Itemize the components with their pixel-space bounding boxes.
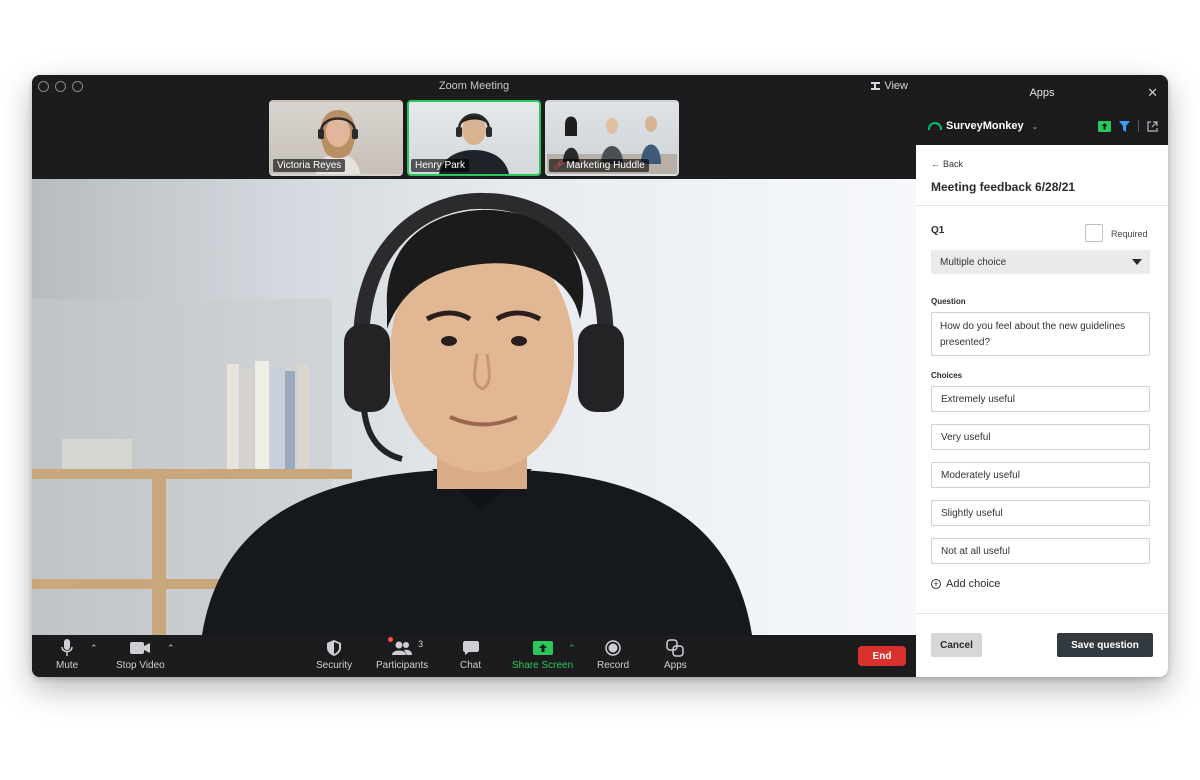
- app-selector[interactable]: SurveyMonkey ⌄: [928, 120, 1038, 132]
- choice-input[interactable]: Very useful: [931, 424, 1150, 450]
- apps-panel-header: Apps ✕ SurveyMonkey ⌄: [916, 75, 1168, 145]
- app-name: SurveyMonkey: [946, 120, 1024, 132]
- mic-muted-icon: 🎤︎: [553, 160, 565, 170]
- app-toolbar: [1098, 120, 1158, 132]
- security-button[interactable]: Security: [316, 639, 352, 671]
- share-screen-icon: [532, 641, 553, 655]
- cancel-button[interactable]: Cancel: [931, 633, 982, 657]
- record-button[interactable]: Record: [597, 639, 629, 671]
- audio-options-chevron-icon[interactable]: ⌃: [90, 643, 98, 654]
- video-options-chevron-icon[interactable]: ⌃: [167, 643, 175, 654]
- dropdown-arrow-icon: [1132, 259, 1142, 265]
- plus-circle-icon: +: [931, 579, 941, 589]
- video-camera-icon: [130, 642, 151, 654]
- share-options-chevron-icon[interactable]: ⌃: [568, 643, 576, 654]
- apps-button[interactable]: Apps: [664, 639, 687, 671]
- question-number: Q1: [931, 225, 945, 236]
- shield-icon: [327, 640, 342, 656]
- participant-name-tag: 🎤︎ Marketing Huddle: [549, 159, 649, 172]
- meeting-control-bar: Mute ⌃ Stop Video ⌃ Security 3 Participa…: [32, 635, 916, 677]
- chat-button[interactable]: Chat: [460, 639, 481, 671]
- close-icon[interactable]: ✕: [1147, 85, 1158, 101]
- participant-thumbnail[interactable]: Victoria Reyes: [269, 100, 403, 176]
- view-label: View: [884, 80, 908, 92]
- apps-panel: Apps ✕ SurveyMonkey ⌄ ← Back Meeting fee…: [916, 75, 1168, 677]
- arrow-left-icon: ←: [931, 159, 940, 169]
- record-icon: [605, 640, 621, 656]
- chat-bubble-icon: [462, 641, 479, 655]
- participant-name-tag: Henry Park: [411, 159, 470, 172]
- mute-button[interactable]: Mute: [56, 639, 78, 671]
- grid-view-icon: [871, 82, 881, 90]
- speaker-video-frame: [32, 192, 752, 635]
- participants-icon: [392, 641, 413, 655]
- choice-input[interactable]: Slightly useful: [931, 500, 1150, 526]
- divider: [916, 205, 1168, 206]
- choice-input[interactable]: Extremely useful: [931, 386, 1150, 412]
- external-link-icon[interactable]: [1147, 120, 1158, 132]
- question-type-select[interactable]: Multiple choice: [931, 250, 1150, 274]
- divider: [916, 613, 1168, 614]
- microphone-icon: [61, 639, 73, 656]
- participant-thumbnail[interactable]: 🎤︎ Marketing Huddle: [545, 100, 679, 176]
- share-screen-button[interactable]: Share Screen: [512, 639, 573, 671]
- zoom-window: Zoom Meeting View Victoria Reyes Henry P…: [32, 75, 1168, 677]
- save-question-button[interactable]: Save question: [1057, 633, 1153, 657]
- survey-editor: ← Back Meeting feedback 6/28/21 Q1 Requi…: [916, 145, 1168, 677]
- chevron-down-icon: ⌄: [1031, 121, 1039, 131]
- view-button[interactable]: View: [871, 80, 908, 92]
- add-choice-button[interactable]: + Add choice: [931, 578, 1000, 590]
- apps-panel-title: Apps: [1029, 87, 1055, 99]
- participant-thumbnail-active[interactable]: Henry Park: [407, 100, 541, 176]
- question-label: Question: [931, 297, 966, 306]
- participants-button[interactable]: 3 Participants: [376, 637, 428, 671]
- meeting-area: Zoom Meeting View Victoria Reyes Henry P…: [32, 75, 916, 677]
- filter-icon[interactable]: [1119, 120, 1130, 132]
- apps-icon: [666, 639, 685, 657]
- end-meeting-button[interactable]: End: [858, 646, 906, 666]
- choice-input[interactable]: Moderately useful: [931, 462, 1150, 488]
- survey-title: Meeting feedback 6/28/21: [931, 180, 1076, 194]
- window-title: Zoom Meeting: [438, 80, 510, 92]
- stop-video-button[interactable]: Stop Video: [116, 639, 165, 671]
- thumbnail-strip: Victoria Reyes Henry Park 🎤︎ Marketing H…: [269, 100, 679, 176]
- title-bar: Zoom Meeting View: [32, 75, 916, 99]
- toolbar-divider: [1138, 120, 1139, 132]
- share-app-icon[interactable]: [1098, 120, 1111, 132]
- question-text-input[interactable]: How do you feel about the new guidelines…: [931, 312, 1150, 356]
- active-speaker-video: [32, 179, 916, 635]
- required-checkbox[interactable]: [1085, 224, 1103, 242]
- choice-input[interactable]: Not at all useful: [931, 538, 1150, 564]
- participants-count: 3: [418, 639, 424, 649]
- surveymonkey-logo-icon: [928, 122, 942, 130]
- back-link[interactable]: ← Back: [931, 159, 963, 169]
- participant-name-tag: Victoria Reyes: [273, 159, 346, 172]
- choices-label: Choices: [931, 371, 963, 380]
- required-label: Required: [1111, 229, 1148, 239]
